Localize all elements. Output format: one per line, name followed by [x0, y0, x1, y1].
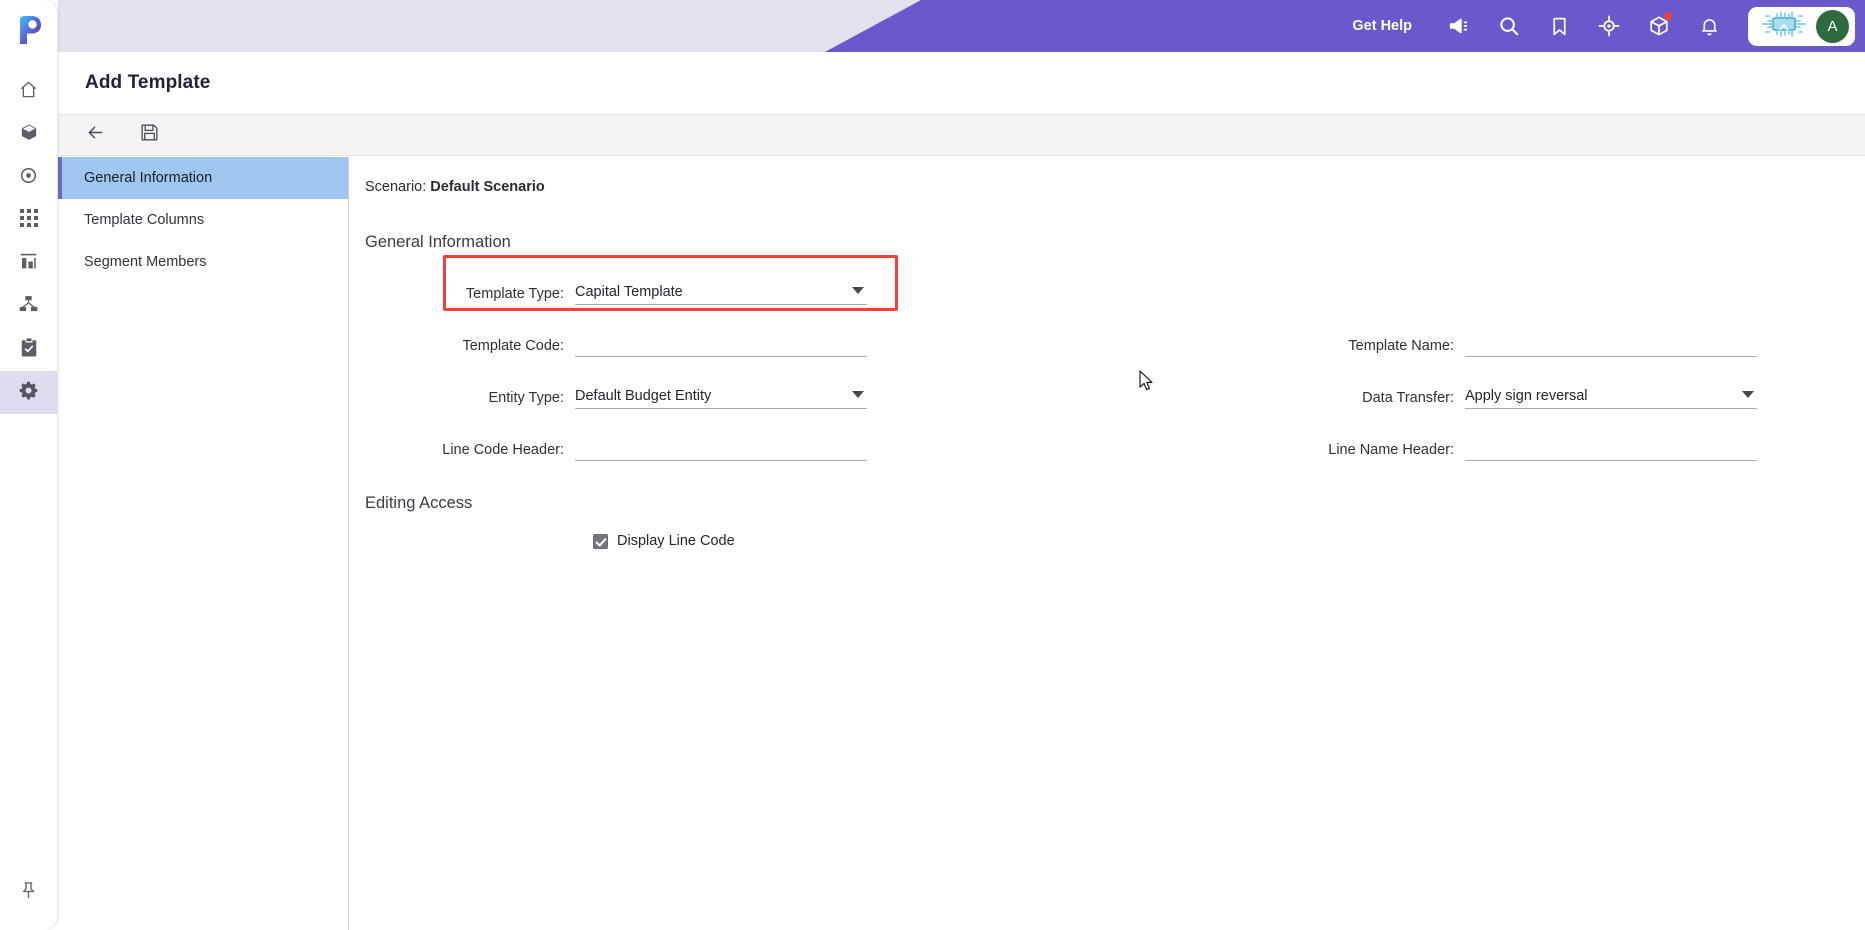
sidebar-item-template-columns[interactable]: Template Columns: [58, 199, 348, 241]
data-transfer-select[interactable]: Apply sign reversal: [1465, 384, 1757, 409]
pushpin-icon: [20, 881, 37, 905]
chevron-down-icon: [852, 391, 864, 398]
form-row-entity-transfer: Entity Type: Default Budget Entity Data …: [365, 370, 1835, 422]
sidebar-item-hierarchy[interactable]: [0, 285, 58, 328]
save-button[interactable]: [134, 120, 164, 150]
field-group-entity-type: Entity Type: Default Budget Entity: [365, 384, 945, 409]
sidebar-item-tasks[interactable]: [0, 328, 58, 371]
entity-type-value: Default Budget Entity: [575, 387, 712, 404]
form-content-area: Scenario: Default Scenario General Infor…: [350, 157, 1865, 930]
page-title: Add Template: [85, 72, 211, 93]
line-name-header-input[interactable]: [1465, 436, 1757, 461]
nav-item-label: Template Columns: [84, 212, 205, 228]
target-icon[interactable]: [1584, 0, 1634, 52]
template-code-input[interactable]: [575, 332, 867, 357]
editing-access-heading: Editing Access: [365, 494, 473, 512]
line-code-header-label: Line Code Header:: [442, 441, 564, 458]
template-type-label: Template Type:: [465, 285, 564, 302]
section-nav-panel: General Information Template Columns Seg…: [58, 157, 349, 930]
scenario-value: Default Scenario: [430, 179, 545, 195]
action-toolbar: [58, 114, 1865, 156]
header-actions: Get Help A: [1352, 0, 1865, 52]
entity-type-select[interactable]: Default Budget Entity: [575, 384, 867, 409]
search-icon[interactable]: [1484, 0, 1534, 52]
scenario-indicator: Scenario: Default Scenario: [365, 179, 1835, 195]
chevron-down-icon: [1742, 391, 1754, 398]
sidebar-item-segment-members[interactable]: Segment Members: [58, 241, 348, 283]
template-name-label: Template Name:: [1348, 337, 1454, 354]
form-row-code-name: Template Code: Template Name:: [365, 318, 1835, 370]
gear-icon: [19, 381, 38, 405]
app-logo[interactable]: [0, 4, 58, 56]
display-line-code-label[interactable]: Display Line Code: [617, 533, 735, 549]
line-code-header-input[interactable]: [575, 436, 867, 461]
bell-icon[interactable]: [1684, 0, 1734, 52]
rail-item-list: [0, 70, 58, 414]
field-group-template-type: Template Type: Capital Template: [365, 280, 1005, 305]
field-group-line-name-header: Line Name Header:: [1255, 436, 1835, 461]
sidebar-item-targets[interactable]: [0, 156, 58, 199]
left-nav-rail: [0, 0, 58, 930]
hierarchy-icon: [19, 295, 38, 319]
notification-badge: [1664, 12, 1672, 20]
entity-type-label: Entity Type:: [488, 389, 565, 406]
ai-chip-icon[interactable]: [1758, 8, 1810, 45]
field-group-template-code: Template Code:: [365, 332, 945, 357]
data-transfer-value: Apply sign reversal: [1465, 387, 1588, 404]
get-help-link[interactable]: Get Help: [1352, 18, 1412, 34]
application-window: Get Help A Add Template General Informat…: [0, 0, 1865, 930]
cube-icon[interactable]: [1634, 0, 1684, 52]
pin-sidebar-button[interactable]: [0, 868, 58, 918]
sidebar-item-settings[interactable]: [0, 371, 58, 414]
line-name-header-label: Line Name Header:: [1328, 441, 1454, 458]
template-type-value: Capital Template: [575, 283, 683, 300]
form-row-line-headers: Line Code Header: Line Name Header:: [365, 422, 1835, 474]
avatar[interactable]: A: [1816, 9, 1849, 43]
sidebar-item-home[interactable]: [0, 70, 58, 113]
field-group-data-transfer: Data Transfer: Apply sign reversal: [1255, 384, 1835, 409]
field-group-line-code-header: Line Code Header:: [365, 436, 945, 461]
data-transfer-label: Data Transfer:: [1362, 389, 1454, 406]
sidebar-item-general-information[interactable]: General Information: [58, 157, 348, 199]
nav-item-label: General Information: [84, 170, 213, 186]
target-icon: [19, 166, 38, 190]
page-title-bar: Add Template: [58, 52, 1865, 114]
floppy-disk-icon: [140, 123, 159, 147]
top-header-bar: Get Help A: [58, 0, 1865, 52]
home-icon: [19, 80, 38, 104]
template-type-select[interactable]: Capital Template: [575, 280, 867, 305]
template-name-input[interactable]: [1465, 332, 1757, 357]
clipboard-check-icon: [20, 337, 38, 362]
bar-chart-icon: [19, 252, 38, 276]
general-information-form: Template Type: Capital Template Template…: [365, 255, 1835, 474]
display-line-code-checkbox[interactable]: [593, 533, 608, 549]
megaphone-icon[interactable]: [1434, 0, 1484, 52]
nav-item-label: Segment Members: [84, 254, 207, 270]
scenario-label: Scenario:: [365, 179, 427, 195]
back-button[interactable]: [80, 120, 110, 150]
bookmark-icon[interactable]: [1534, 0, 1584, 52]
user-menu[interactable]: A: [1748, 6, 1855, 46]
cube-icon: [20, 123, 38, 146]
sidebar-item-reports[interactable]: [0, 242, 58, 285]
general-information-heading: General Information: [365, 233, 511, 251]
chevron-down-icon: [852, 287, 864, 294]
field-group-template-name: Template Name:: [1255, 332, 1835, 357]
grid-icon: [19, 209, 38, 232]
display-line-code-row: Display Line Code: [365, 533, 1835, 549]
template-code-label: Template Code:: [462, 337, 564, 354]
arrow-left-icon: [85, 122, 106, 148]
sidebar-item-models[interactable]: [0, 113, 58, 156]
form-row-template-type: Template Type: Capital Template: [365, 266, 1835, 318]
sidebar-item-grid[interactable]: [0, 199, 58, 242]
